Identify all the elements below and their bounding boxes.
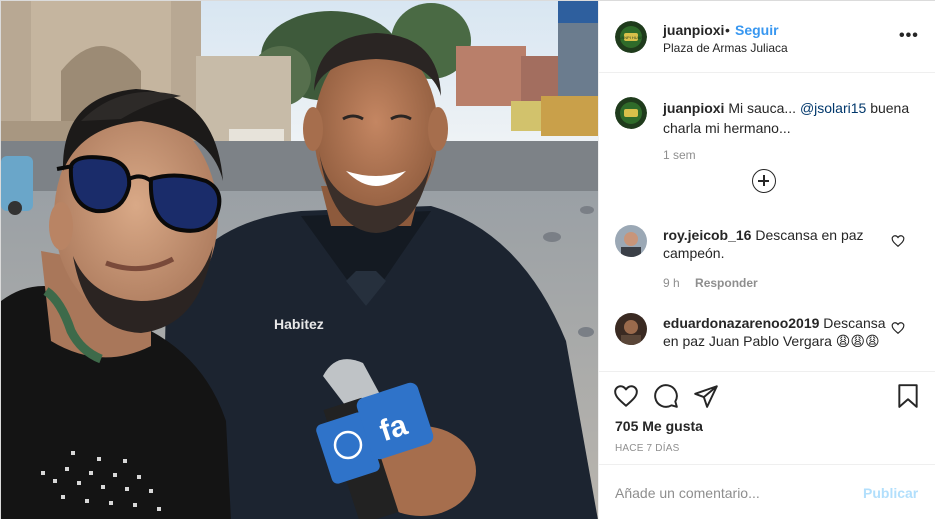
- author-avatar[interactable]: JUANPI HUAPA: [615, 21, 647, 53]
- caption-mention-link[interactable]: @jsolari15: [800, 100, 866, 116]
- more-options-icon[interactable]: •••: [899, 28, 919, 44]
- comment-like-icon[interactable]: [891, 234, 905, 248]
- reply-button[interactable]: Responder: [695, 276, 758, 290]
- caption-avatar[interactable]: [615, 97, 647, 129]
- post-date[interactable]: HACE 7 DÍAS: [615, 443, 679, 454]
- caption-text: juanpioxi Mi sauca... @jsolari15 buena c…: [663, 98, 923, 138]
- add-comment-bar: Publicar: [599, 464, 935, 519]
- comment-input[interactable]: [615, 482, 845, 504]
- post-actions: 705 Me gusta HACE 7 DÍAS: [599, 371, 935, 463]
- commenter-avatar[interactable]: [615, 225, 647, 257]
- post-side-panel: JUANPI HUAPA juanpioxi • Seguir Plaza de…: [598, 1, 935, 519]
- instagram-post: Habitez fa JUANPI HUAPA juanpioxi • Segu…: [0, 0, 935, 519]
- likes-count[interactable]: 705 Me gusta: [615, 418, 703, 434]
- follow-button[interactable]: Seguir: [735, 22, 779, 38]
- load-more-comments-icon[interactable]: [752, 169, 776, 193]
- share-icon[interactable]: [693, 383, 719, 409]
- comment-author[interactable]: eduardonazarenoo2019: [663, 315, 819, 331]
- post-header: JUANPI HUAPA juanpioxi • Seguir Plaza de…: [599, 1, 935, 73]
- heart-icon[interactable]: [613, 383, 639, 409]
- post-photo[interactable]: Habitez fa: [1, 1, 598, 519]
- caption-body-start: Mi sauca...: [728, 100, 797, 116]
- caption-timestamp[interactable]: 1 sem: [663, 148, 696, 162]
- author-username[interactable]: juanpioxi: [663, 22, 724, 38]
- comment-author[interactable]: roy.jeicob_16: [663, 227, 751, 243]
- caption-author[interactable]: juanpioxi: [663, 100, 724, 116]
- location-link[interactable]: Plaza de Armas Juliaca: [663, 41, 788, 55]
- publish-button[interactable]: Publicar: [863, 485, 918, 501]
- separator-dot: •: [725, 22, 730, 38]
- bookmark-icon[interactable]: [895, 383, 921, 409]
- comment-time[interactable]: 9 h: [663, 276, 680, 290]
- comment-like-icon[interactable]: [891, 321, 905, 335]
- commenter-avatar[interactable]: [615, 313, 647, 345]
- jacket-brand: Habitez: [274, 316, 324, 332]
- comment-text: roy.jeicob_16 Descansa en paz campeón.: [663, 226, 887, 262]
- selfie-image: Habitez fa: [1, 1, 598, 519]
- comment-text: eduardonazarenoo2019 Descansa en paz Jua…: [663, 314, 887, 350]
- avatar-logo-text: JUANPI HUAPA: [617, 35, 646, 40]
- comment-icon[interactable]: [653, 383, 679, 409]
- comment-meta: 9 h Responder: [663, 276, 758, 290]
